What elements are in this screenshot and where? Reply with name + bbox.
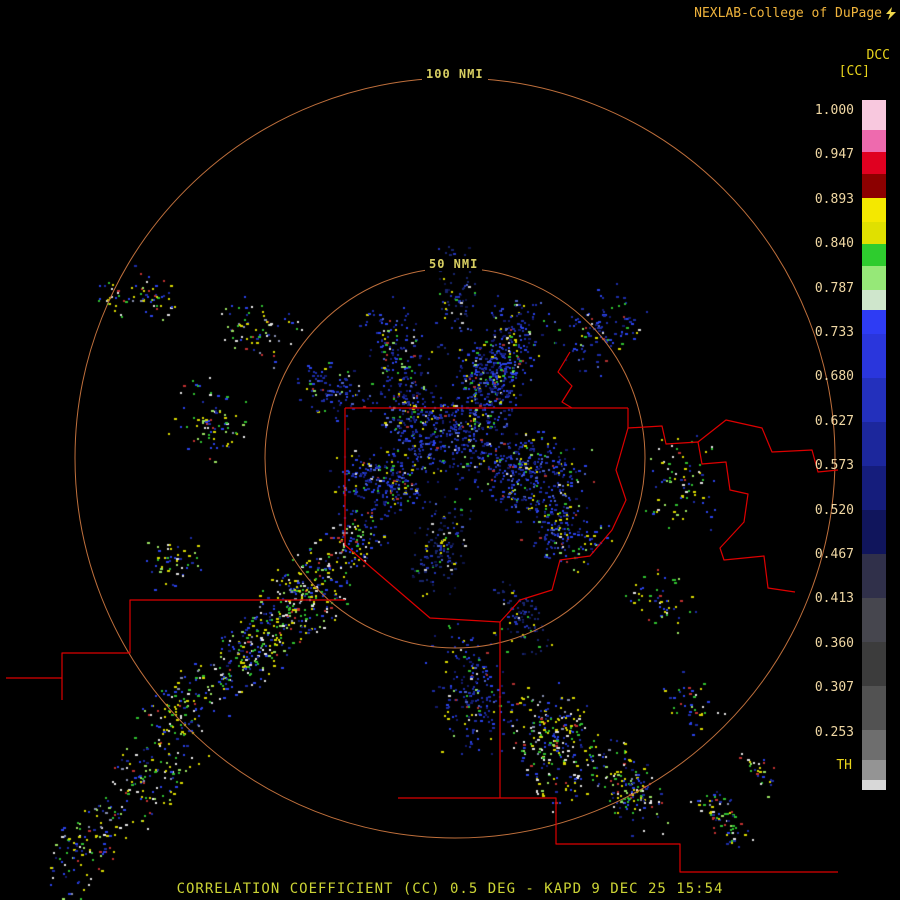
map-overlay <box>6 77 839 873</box>
range-ring-50nmi <box>264 267 646 649</box>
range-ring-label-50nmi: 50 NMI <box>425 257 483 271</box>
county-boundaries <box>6 351 839 873</box>
range-rings <box>74 77 836 839</box>
range-ring-100nmi <box>74 77 836 839</box>
lightning-icon <box>886 7 896 20</box>
radar-display: 100 NMI 50 NMI NEXLAB-College of DuPage … <box>0 0 900 900</box>
attribution-title: NEXLAB-College of DuPage <box>694 6 896 21</box>
range-ring-label-100nmi: 100 NMI <box>422 67 488 81</box>
attribution-text: NEXLAB-College of DuPage <box>694 6 882 21</box>
product-caption: CORRELATION COEFFICIENT (CC) 0.5 DEG - K… <box>176 881 724 897</box>
